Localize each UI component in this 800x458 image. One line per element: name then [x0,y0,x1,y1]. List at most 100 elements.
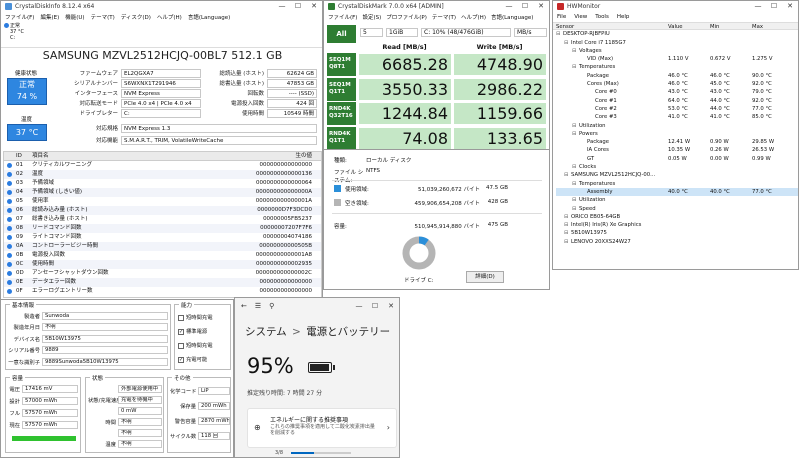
close-button[interactable]: ✕ [533,1,549,12]
menu-profile[interactable]: プロファイル(P) [386,13,427,21]
hamburger-menu-icon[interactable]: ☰ [255,302,261,310]
maximize-button[interactable]: ☐ [766,1,782,12]
sensor-row[interactable]: ⊟ 5B10W13975 [556,229,798,237]
ability-checkbox-row[interactable]: 短時間充電 [178,313,213,327]
menu-file[interactable]: ファイル(F) [328,13,357,21]
menu-language[interactable]: 言語(Language) [188,13,230,21]
expand-toggle-icon[interactable]: ⊟ [564,213,571,221]
search-icon[interactable]: ⚲ [269,302,274,310]
smart-table[interactable]: ID 項目名 生の値 01 クリティカルワーニング 000000000000000 02 温… [3,151,322,298]
expand-toggle-icon[interactable]: ⊟ [572,180,579,188]
sensor-row[interactable]: ⊟ Temperatures [556,180,798,188]
close-button[interactable]: ✕ [306,1,322,12]
sensor-row[interactable]: ⊟ Temperatures [556,63,798,71]
health-status-box[interactable]: 正常 74 % [7,78,47,105]
sensor-row[interactable]: ⊟ Intel(R) Iris(R) Xe Graphics [556,221,798,229]
sensor-row[interactable]: ⊟ LENOVO 20XXS24W27 [556,238,798,246]
maximize-button[interactable]: ☐ [367,298,383,314]
menu-edit[interactable]: 編集(E) [40,13,59,21]
sensor-row[interactable]: Assembly 40.0 °C 40.0 °C 77.0 °C [556,187,798,197]
menu-theme[interactable]: テーマ(T) [432,13,456,21]
back-arrow-icon[interactable]: ← [241,302,247,310]
sensor-row[interactable]: ⊟ Utilization [556,196,798,204]
hwm-titlebar[interactable]: HWMonitor — ☐ ✕ [553,1,798,12]
breadcrumb-system[interactable]: システム [245,326,287,338]
drive-selector[interactable]: 正常 37 °C C: [4,23,28,47]
sensor-row[interactable]: ⊟ ORICO EB05-64GB [556,213,798,221]
menu-function[interactable]: 機能(U) [65,13,84,21]
checkbox[interactable]: ✓ [178,328,184,335]
sensor-row[interactable]: ⊟ DESKTOP-RJBFPIU [556,30,798,38]
menu-view[interactable]: View [574,14,587,20]
expand-toggle-icon[interactable]: ⊟ [572,205,579,213]
expand-toggle-icon[interactable]: ⊟ [564,171,571,179]
menu-language[interactable]: 言語(Language) [491,13,533,21]
minimize-button[interactable]: — [351,298,367,314]
menu-tools[interactable]: Tools [595,14,609,20]
sensor-row[interactable]: GT 0.05 W 0.00 W 0.99 W [556,155,798,163]
sensor-row[interactable]: Core #2 53.0 °C 44.0 °C 77.0 °C [556,105,798,113]
hwm-sensor-tree[interactable]: ⊟ DESKTOP-RJBFPIU ⊟ Intel Core i7 1185G7 ⊟ Vo… [553,30,798,246]
hwm-header-max[interactable]: Max [752,23,794,29]
minimize-button[interactable]: — [750,1,766,12]
smart-row[interactable]: 09 ライトコマンド回数 00000004074186 [4,233,321,242]
smart-row[interactable]: 08 リードコマンド回数 00000007207F7F6 [4,224,321,233]
sensor-row[interactable]: VID (Max) 1.110 V 0.672 V 1.275 V [556,55,798,63]
sensor-row[interactable]: ⊟ Voltages [556,47,798,55]
minimize-button[interactable]: — [501,1,517,12]
drive-select[interactable]: C: 10% (48/476GiB) [421,28,511,37]
smart-row[interactable]: 0A コントローラービジー時間 00000000000505B [4,242,321,251]
expand-toggle-icon[interactable]: ⊟ [572,163,579,171]
smart-row[interactable]: 07 総書き込み量 (ホスト) 00000005FB5237 [4,215,321,224]
sensor-row[interactable]: ⊟ Utilization [556,122,798,130]
smart-row[interactable]: 0D アンセーフシャットダウン回数 000000000000002C [4,269,321,278]
checkbox[interactable] [178,342,184,349]
unit-select[interactable]: MB/s [514,28,547,37]
sensor-row[interactable]: ⊟ Speed [556,205,798,213]
close-button[interactable]: ✕ [782,1,798,12]
smart-row[interactable]: 02 温度 0000000000000136 [4,170,321,179]
expand-toggle-icon[interactable]: ⊟ [564,39,571,47]
expand-toggle-icon[interactable]: ⊟ [572,47,579,55]
smart-row[interactable]: 06 総読み込み量 (ホスト) 0000000D7F3DCD0 [4,206,321,215]
sensor-row[interactable]: Core #3 41.0 °C 41.0 °C 85.0 °C [556,113,798,121]
minimize-button[interactable]: — [274,1,290,12]
menu-theme[interactable]: テーマ(T) [91,13,115,21]
test-button[interactable]: SEQ1M Q1T1 [327,77,356,101]
smart-row[interactable]: 0C 使用時間 0000000000002935 [4,260,321,269]
detail-button[interactable]: 詳細(D) [466,271,504,283]
smart-row[interactable]: 01 クリティカルワーニング 000000000000000 [4,161,321,170]
test-button[interactable]: RND4K Q32T16 [327,102,356,125]
expand-toggle-icon[interactable]: ⊟ [572,130,579,138]
all-button[interactable]: All [327,25,356,43]
sensor-row[interactable]: ⊟ Powers [556,130,798,138]
test-button[interactable]: SEQ1M Q8T1 [327,53,356,76]
expand-toggle-icon[interactable]: ⊟ [572,122,579,130]
hwm-header-sensor[interactable]: Sensor [556,23,668,29]
hwm-header-min[interactable]: Min [710,23,752,29]
expand-toggle-icon[interactable]: ⊟ [564,238,571,246]
expand-toggle-icon[interactable]: ⊟ [556,30,563,38]
checkbox[interactable] [178,314,184,321]
checkbox[interactable]: ✓ [178,356,184,363]
menu-file[interactable]: ファイル(F) [5,13,34,21]
sensor-row[interactable]: IA Cores 10.35 W 0.26 W 26.53 W [556,146,798,154]
smart-row[interactable]: 0B 電源投入回数 00000000000001A8 [4,251,321,260]
smart-row[interactable]: 05 使用率 000000000000001A [4,197,321,206]
sensor-row[interactable]: Package 12.41 W 0.90 W 29.85 W [556,138,798,146]
expand-toggle-icon[interactable]: ⊟ [572,196,579,204]
sensor-row[interactable]: Core #1 64.0 °C 44.0 °C 92.0 °C [556,97,798,105]
count-select[interactable]: 5 [360,28,383,37]
ability-checkbox-row[interactable]: ✓ 標準電源 [178,327,213,341]
size-select[interactable]: 1GiB [386,28,418,37]
sensor-row[interactable]: Package 46.0 °C 46.0 °C 90.0 °C [556,72,798,80]
sensor-row[interactable]: ⊟ SAMSUNG MZVL2512HCJQ-00... [556,171,798,179]
cdi-titlebar[interactable]: CrystalDiskInfo 8.12.4 x64 — ☐ ✕ [1,1,322,12]
expand-toggle-icon[interactable]: ⊟ [572,63,579,71]
menu-help[interactable]: ヘルプ(H) [461,13,486,21]
sensor-row[interactable]: ⊟ Intel Core i7 1185G7 [556,39,798,47]
menu-disk[interactable]: ディスク(D) [121,13,151,21]
menu-settings[interactable]: 設定(S) [362,13,381,21]
smart-row[interactable]: 04 予備領域 (しきい値) 000000000000000A [4,188,321,197]
smart-row[interactable]: 0F エラーログエントリー数 000000000000000 [4,287,321,296]
